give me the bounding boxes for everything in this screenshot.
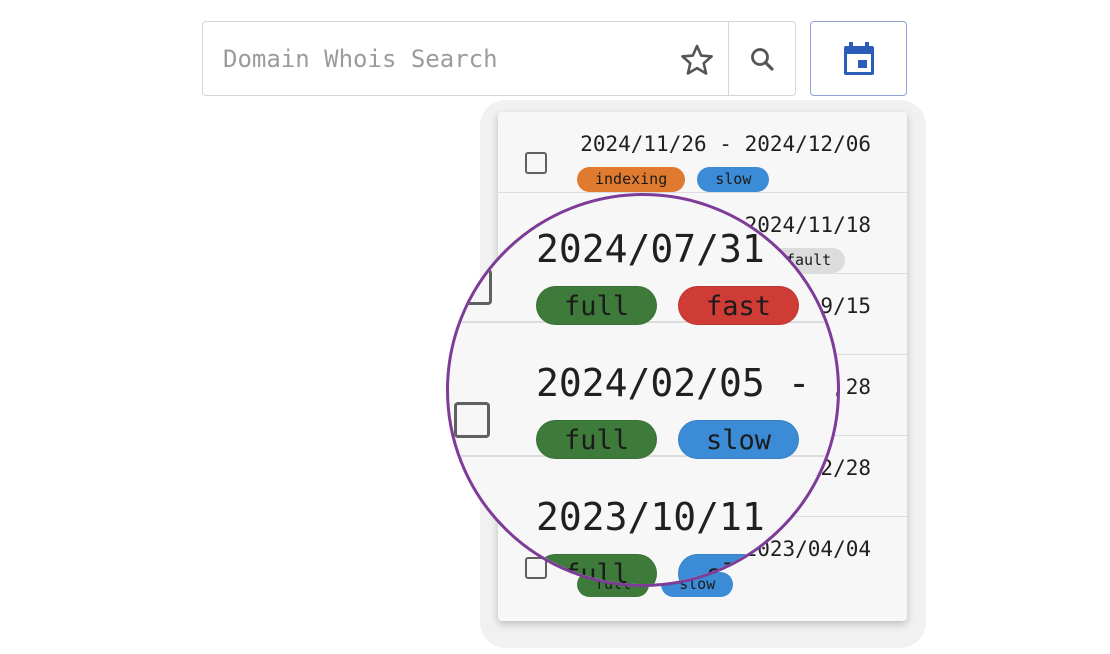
favorite-button[interactable] [677,42,717,78]
search-button[interactable] [743,40,783,80]
snapshot-checkbox[interactable] [525,152,547,174]
domain-search-box [202,21,796,96]
magnified-row: 2024/07/31 - full fast [449,196,837,325]
magnified-tag-slow: slow [678,420,799,459]
magnified-date-range: 2024/02/05 - 2 [536,361,840,405]
tag-indexing: indexing [577,167,686,192]
magnified-date-range: 2024/07/31 - [536,227,811,271]
search-divider [728,22,729,95]
magnified-tag-slow: slow [678,554,799,584]
calendar-icon [844,42,874,75]
magnified-row: 2024/02/05 - 2 full slow [449,323,840,459]
calendar-button[interactable] [810,21,907,96]
magnified-checkbox [456,269,492,305]
magnified-tag-full: full [536,420,657,459]
magnified-date-range: 2023/10/11 - [536,495,811,539]
magnifier-lens: 2024/07/31 - full fast 2024/02/05 - 2 fu… [446,193,840,587]
magnified-tag-fast: fast [678,286,799,325]
snapshot-date-range: 2024/11/26 - 2024/12/06 [580,132,871,156]
snapshot-date-range: 28 [845,375,871,399]
snapshot-row[interactable]: 2024/11/26 - 2024/12/06 indexing slow [498,112,907,193]
star-outline-icon [681,44,713,75]
magnified-tag-full: full [536,286,657,325]
magnifier-icon [751,48,774,71]
magnified-checkbox [454,402,490,438]
domain-search-input[interactable] [223,42,663,76]
tag-slow: slow [697,167,770,192]
magnified-row: 2023/10/11 - full slow [449,457,837,584]
magnified-tag-full: full [536,554,657,584]
